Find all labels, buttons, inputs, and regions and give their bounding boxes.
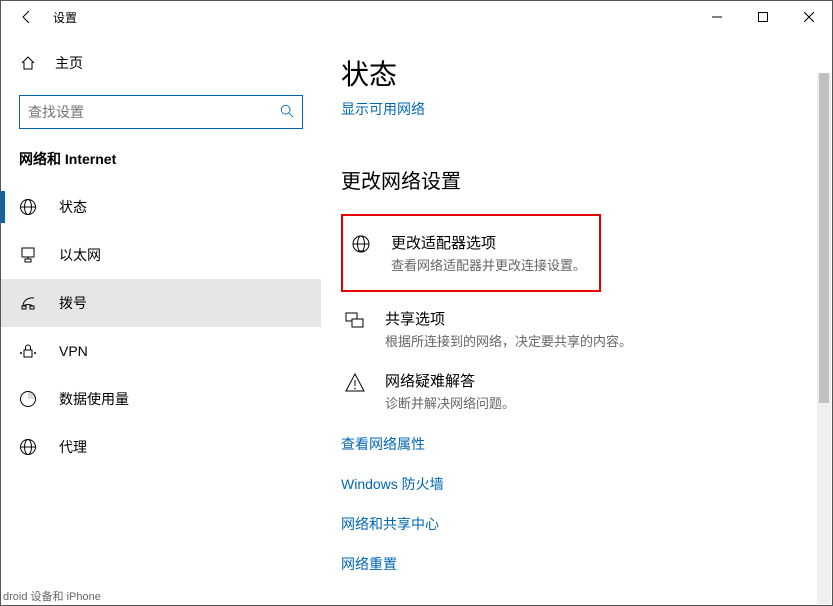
home-button[interactable]: 主页 [1, 43, 321, 83]
option-adapter[interactable]: 更改适配器选项 查看网络适配器并更改连接设置。 [347, 222, 595, 284]
sidebar-item-label: 以太网 [59, 245, 101, 265]
option-sharing[interactable]: 共享选项 根据所连接到的网络，决定要共享的内容。 [341, 298, 802, 360]
globe-icon [19, 198, 37, 216]
sidebar-item-proxy[interactable]: 代理 [1, 423, 321, 471]
option-title: 共享选项 [385, 308, 632, 329]
maximize-button[interactable] [740, 1, 786, 33]
titlebar: 设置 [1, 1, 832, 33]
option-text: 网络疑难解答 诊断并解决网络问题。 [385, 370, 515, 412]
background-cut-text: droid 设备和 iPhone [3, 588, 101, 604]
home-label: 主页 [55, 53, 83, 73]
data-usage-icon [19, 390, 37, 408]
main-content: 状态 显示可用网络 更改网络设置 更改适配器选项 查看网络适配器并更改连接设置。… [321, 33, 832, 605]
sidebar-nav: 状态 以太网 拨号 VPN 数据使用量 [1, 183, 321, 471]
option-desc: 诊断并解决网络问题。 [385, 393, 515, 412]
change-network-settings-title: 更改网络设置 [341, 165, 802, 194]
sidebar-item-label: 代理 [59, 437, 87, 457]
scrollbar[interactable] [817, 73, 831, 604]
ethernet-icon [19, 246, 37, 264]
link-network-sharing-center[interactable]: 网络和共享中心 [341, 514, 802, 534]
links-block: 查看网络属性 Windows 防火墙 网络和共享中心 网络重置 [341, 434, 802, 574]
sidebar: 主页 网络和 Internet 状态 以太网 [1, 33, 321, 605]
sidebar-group-label: 网络和 Internet [1, 149, 321, 183]
option-desc: 查看网络适配器并更改连接设置。 [391, 255, 586, 274]
sidebar-item-ethernet[interactable]: 以太网 [1, 231, 321, 279]
dialup-icon [19, 294, 37, 312]
sidebar-item-status[interactable]: 状态 [1, 183, 321, 231]
link-network-reset[interactable]: 网络重置 [341, 554, 802, 574]
adapter-icon [349, 232, 373, 274]
highlighted-option: 更改适配器选项 查看网络适配器并更改连接设置。 [341, 214, 601, 292]
sidebar-item-data-usage[interactable]: 数据使用量 [1, 375, 321, 423]
page-title: 状态 [341, 53, 802, 93]
search-input[interactable] [28, 104, 280, 120]
search-icon [280, 104, 294, 121]
sidebar-item-label: 拨号 [59, 293, 87, 313]
close-button[interactable] [786, 1, 832, 33]
option-troubleshoot[interactable]: 网络疑难解答 诊断并解决网络问题。 [341, 360, 802, 422]
scrollbar-thumb[interactable] [819, 73, 829, 403]
sidebar-item-vpn[interactable]: VPN [1, 327, 321, 375]
troubleshoot-icon [343, 370, 367, 412]
sidebar-item-label: 状态 [59, 197, 87, 217]
search-box[interactable] [19, 95, 303, 129]
minimize-button[interactable] [694, 1, 740, 33]
option-text: 共享选项 根据所连接到的网络，决定要共享的内容。 [385, 308, 632, 350]
sharing-icon [343, 308, 367, 350]
option-title: 更改适配器选项 [391, 232, 586, 253]
back-button[interactable] [13, 3, 41, 31]
option-text: 更改适配器选项 查看网络适配器并更改连接设置。 [391, 232, 586, 274]
option-title: 网络疑难解答 [385, 370, 515, 391]
proxy-icon [19, 438, 37, 456]
window-title: 设置 [53, 9, 77, 26]
settings-window: 设置 主页 网络和 Internet [0, 0, 833, 606]
sidebar-item-label: 数据使用量 [59, 389, 129, 409]
home-icon [19, 55, 37, 71]
link-network-properties[interactable]: 查看网络属性 [341, 434, 802, 454]
sidebar-item-label: VPN [59, 343, 88, 359]
vpn-icon [19, 342, 37, 360]
show-available-networks-link[interactable]: 显示可用网络 [341, 99, 425, 119]
sidebar-item-dialup[interactable]: 拨号 [1, 279, 321, 327]
body: 主页 网络和 Internet 状态 以太网 [1, 33, 832, 605]
search-wrap [1, 95, 321, 149]
link-windows-firewall[interactable]: Windows 防火墙 [341, 474, 802, 494]
option-desc: 根据所连接到的网络，决定要共享的内容。 [385, 331, 632, 350]
window-controls [694, 1, 832, 33]
